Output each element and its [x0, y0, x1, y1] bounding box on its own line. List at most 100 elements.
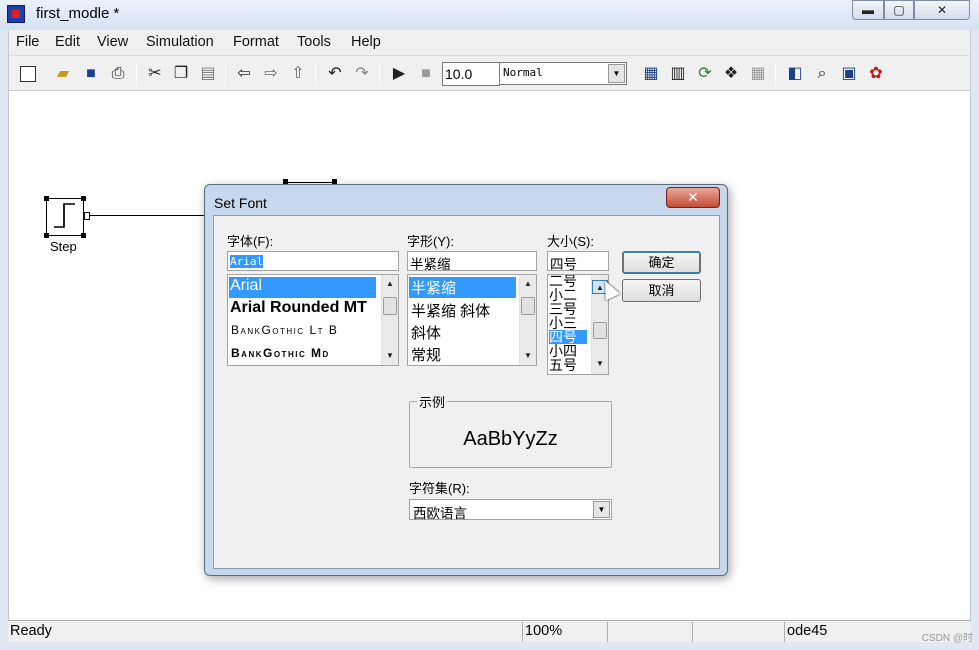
stop-simulation-icon[interactable]: ■	[416, 64, 436, 84]
toolbar-separator	[225, 62, 226, 86]
menu-edit[interactable]: Edit	[55, 34, 80, 50]
signal-line[interactable]	[90, 215, 210, 216]
list-item[interactable]: BankGothic Md	[229, 346, 330, 360]
solver-name: ode45	[784, 622, 904, 642]
font-list[interactable]: Arial Arial Rounded MT BankGothic Lt B B…	[227, 274, 399, 366]
scrollbar[interactable]: ▲ ▼	[519, 275, 536, 365]
list-item[interactable]: 小三	[549, 316, 577, 330]
scroll-thumb[interactable]	[383, 297, 397, 315]
dialog-close-button[interactable]: ✕	[666, 187, 720, 208]
scroll-down-icon[interactable]: ▼	[520, 349, 536, 363]
scrollbar[interactable]: ▲ ▼	[381, 275, 398, 365]
menu-format[interactable]: Format	[233, 34, 279, 50]
simulation-mode-select[interactable]: Normal ▼	[499, 62, 627, 85]
toolbar-separator	[379, 62, 380, 86]
model-explorer-icon[interactable]: ◧	[785, 64, 805, 84]
forward-arrow-icon[interactable]: ⇨	[261, 64, 281, 84]
menu-tools[interactable]: Tools	[297, 34, 331, 50]
charset-label: 字符集(R):	[409, 481, 470, 496]
selection-handle[interactable]	[44, 233, 49, 238]
scroll-down-icon[interactable]: ▼	[592, 357, 608, 371]
refresh-icon[interactable]: ⟳	[695, 64, 715, 84]
print-icon[interactable]: ⎙	[108, 64, 128, 84]
menu-view[interactable]: View	[97, 34, 128, 50]
simulink-app-icon	[7, 5, 25, 23]
save-icon[interactable]: ■	[81, 64, 101, 84]
list-item[interactable]: BankGothic Lt B	[229, 323, 338, 337]
menu-help[interactable]: Help	[351, 34, 381, 50]
copy-icon[interactable]: ❐	[171, 64, 191, 84]
new-model-icon[interactable]	[20, 66, 36, 82]
scroll-thumb[interactable]	[521, 297, 535, 315]
watermark: CSDN @时	[921, 633, 973, 644]
build-icon[interactable]: ▦	[641, 64, 661, 84]
status-cell	[607, 622, 692, 642]
list-item[interactable]: 三号	[549, 302, 577, 316]
list-item[interactable]: 常规	[409, 344, 441, 365]
open-folder-icon[interactable]: ▰	[53, 64, 73, 84]
step-block[interactable]	[44, 196, 86, 238]
up-arrow-icon[interactable]: ⇧	[288, 64, 308, 84]
model-advisor-icon[interactable]: ▣	[839, 64, 859, 84]
selection-handle[interactable]	[81, 233, 86, 238]
maximize-button[interactable]: ▢	[884, 0, 914, 20]
scroll-up-icon[interactable]: ▲	[382, 277, 398, 291]
list-item[interactable]: 四号	[549, 330, 587, 344]
selection-handle[interactable]	[81, 196, 86, 201]
sample-text: AaBbYyZz	[463, 428, 558, 450]
undo-icon[interactable]: ↶	[325, 64, 345, 84]
redo-icon[interactable]: ↷	[352, 64, 372, 84]
size-label: 大小(S):	[547, 234, 594, 249]
toolbar-separator	[775, 62, 776, 86]
grid-icon[interactable]: ▦	[748, 64, 768, 84]
toolbar: ▰ ■ ⎙ ✂ ❐ ▤ ⇦ ⇨ ⇧ ↶ ↷ ▶ ■ 10.0 Normal ▼ …	[8, 55, 971, 91]
font-label: 字体(F):	[227, 234, 274, 249]
font-name-input[interactable]: Arial	[227, 251, 399, 271]
list-item[interactable]: 半紧缩	[409, 277, 516, 298]
step-block-label[interactable]: Step	[50, 239, 77, 254]
paste-icon[interactable]: ▤	[198, 64, 218, 84]
list-item[interactable]: 二号	[549, 275, 577, 288]
list-item[interactable]: 半紧缩 斜体	[409, 300, 490, 321]
back-arrow-icon[interactable]: ⇦	[234, 64, 254, 84]
set-font-dialog: Set Font ✕ 字体(F): Arial Arial Arial Roun…	[204, 184, 728, 576]
output-port[interactable]	[84, 212, 90, 220]
sample-preview-box: AaBbYyZz	[409, 401, 612, 468]
list-item[interactable]: Arial Rounded MT	[229, 299, 367, 317]
font-style-input[interactable]: 半紧缩	[407, 251, 537, 271]
scroll-down-icon[interactable]: ▼	[382, 349, 398, 363]
charset-select[interactable]: 西欧语言 ▼	[409, 499, 612, 521]
toolbar-separator	[136, 62, 137, 86]
window-frame	[0, 642, 979, 650]
update-diagram-icon[interactable]: ▥	[668, 64, 688, 84]
toolbar-separator	[315, 62, 316, 86]
ok-button[interactable]: 确定	[622, 251, 701, 274]
font-style-list[interactable]: 半紧缩 半紧缩 斜体 斜体 常规 ▲ ▼	[407, 274, 537, 366]
minimize-button[interactable]: ▬	[852, 0, 884, 20]
cancel-button[interactable]: 取消	[622, 279, 701, 302]
list-item[interactable]: 斜体	[409, 322, 441, 343]
run-simulation-icon[interactable]: ▶	[389, 64, 409, 84]
selection-handle[interactable]	[44, 196, 49, 201]
library-browser-icon[interactable]: ❖	[721, 64, 741, 84]
menu-bar: File Edit View Simulation Format Tools H…	[8, 30, 971, 55]
dialog-title: Set Font	[214, 195, 267, 211]
help-icon[interactable]: ✿	[866, 64, 886, 84]
cut-icon[interactable]: ✂	[145, 64, 165, 84]
list-item[interactable]: 小四	[549, 344, 577, 358]
list-item[interactable]: Arial	[229, 277, 376, 298]
chevron-down-icon[interactable]: ▼	[608, 64, 625, 83]
list-item[interactable]: 五号	[549, 358, 577, 372]
menu-simulation[interactable]: Simulation	[146, 34, 214, 50]
list-item[interactable]: 小二	[549, 288, 577, 302]
debugger-icon[interactable]: ⌕	[812, 64, 832, 84]
scroll-thumb[interactable]	[593, 322, 607, 339]
close-window-button[interactable]: ✕	[914, 0, 970, 20]
chevron-down-icon[interactable]: ▼	[593, 501, 610, 518]
status-bar: Ready 100% ode45	[8, 620, 971, 642]
menu-file[interactable]: File	[16, 34, 39, 50]
status-text: Ready	[10, 623, 52, 639]
font-size-input[interactable]: 四号	[547, 251, 609, 271]
stop-time-input[interactable]: 10.0	[442, 62, 500, 86]
scroll-up-icon[interactable]: ▲	[520, 277, 536, 291]
